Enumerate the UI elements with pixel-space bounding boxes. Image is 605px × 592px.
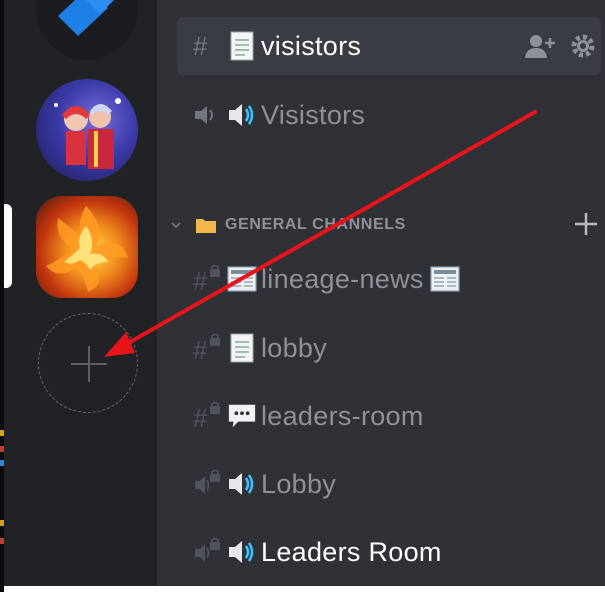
gear-icon[interactable] [569,32,597,60]
svg-text:#: # [193,403,208,430]
channel-list: # visistors Visistors GENERAL CHANNELS #… [157,0,605,586]
locked-speaker-icon [193,470,227,498]
server-icon-app[interactable] [36,0,138,60]
category-name: GENERAL CHANNELS [225,216,406,233]
plus-icon [71,346,107,382]
channel-name: leaders-room [261,400,424,431]
server-icon-phoenix[interactable] [36,196,138,298]
channel-name: Leaders Room [261,536,442,567]
speaker-icon [227,536,257,568]
selected-server-indicator [4,204,12,288]
channel-name: visistors [261,30,362,61]
channel-lobby[interactable]: # lobby [177,319,601,377]
speaker-icon [227,99,257,131]
svg-text:#: # [193,335,208,362]
newspaper-icon [227,263,257,295]
channel-name: lineage-news [261,263,424,294]
invite-icon[interactable] [523,32,557,60]
locked-hash-icon: # [193,334,227,362]
speaker-channel-icon [193,104,227,126]
voice-channel-lobby[interactable]: Lobby [177,455,601,513]
speech-bubble-icon [227,400,257,432]
locked-speaker-icon [193,538,227,566]
speaker-icon [227,468,257,500]
hash-icon: # [193,30,208,61]
channel-lineage-news[interactable]: # lineage-news [177,250,601,308]
discord-window: # visistors Visistors GENERAL CHANNELS #… [4,0,605,586]
server-rail [4,0,157,586]
channel-visistors[interactable]: # visistors [177,17,601,75]
add-server-button[interactable] [38,313,138,413]
locked-hash-icon: # [193,402,227,430]
voice-channel-visistors[interactable]: Visistors [177,86,601,144]
channel-leaders-room[interactable]: # leaders-room [177,387,601,445]
newspaper-icon [430,263,460,295]
server-icon-christmas[interactable] [36,79,138,181]
channel-name: lobby [261,332,328,363]
chevron-down-icon [171,222,181,229]
voice-channel-leaders-room[interactable]: Leaders Room [177,523,601,581]
channel-name: Visistors [261,99,366,130]
svg-text:#: # [193,266,208,293]
page-icon [227,332,257,364]
page-icon [227,30,257,62]
folder-icon [196,219,216,233]
category-general-channels[interactable]: GENERAL CHANNELS [169,205,605,245]
channel-name: Lobby [261,468,337,499]
locked-hash-icon: # [193,265,227,293]
create-channel-icon[interactable] [571,209,601,239]
